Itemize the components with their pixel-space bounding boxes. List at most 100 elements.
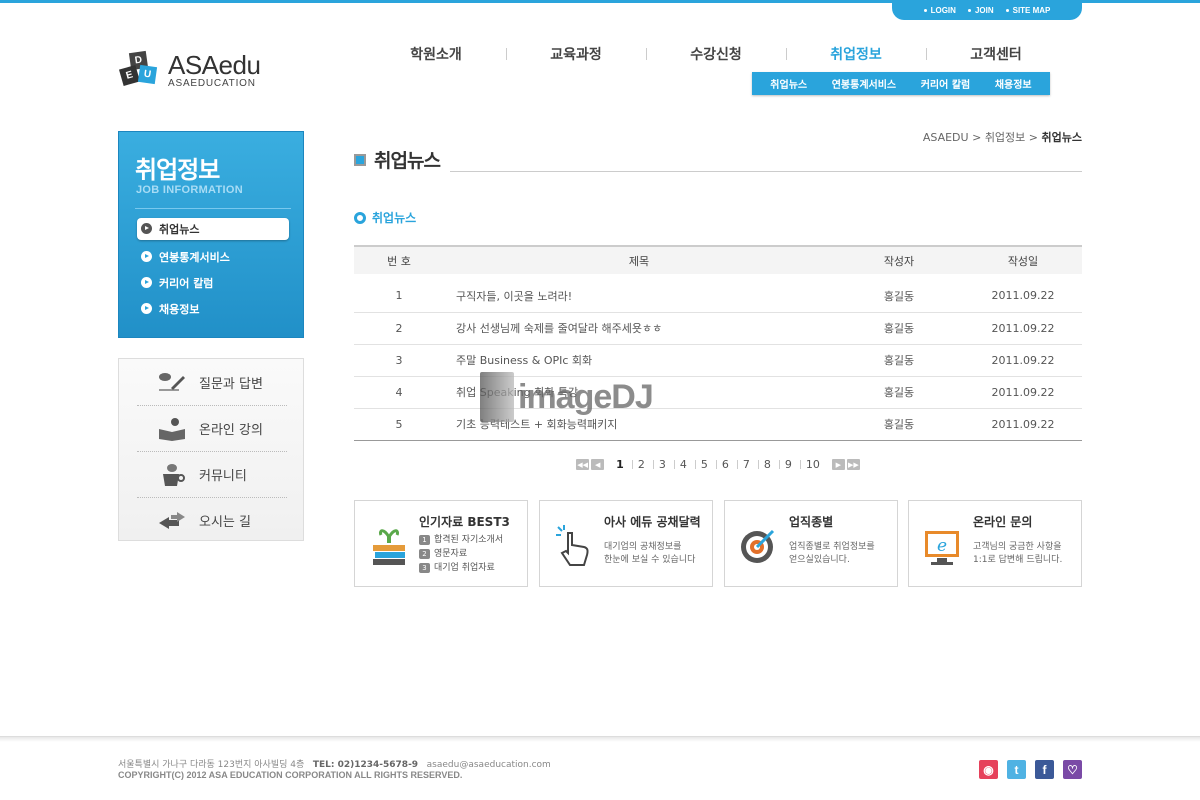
table-row[interactable]: 2 강사 선생님께 숙제를 줄여달라 해주세욧ㅎㅎ 홍길동 2011.09.22 <box>354 312 1082 344</box>
last-page-icon[interactable]: ▶▶ <box>846 459 860 470</box>
quick-menu: 질문과 답변 온라인 강의 커뮤니티 오시는 길 <box>118 358 304 541</box>
banner-job-category[interactable]: 업직종별 업직종별로 취업정보를 얻으실있습니다. <box>724 500 898 587</box>
cell-title-link[interactable]: 구직자들, 이곳을 노려라! <box>444 280 834 312</box>
me2day-icon[interactable]: ♡ <box>1063 760 1082 779</box>
cell-number: 2 <box>395 321 403 335</box>
banner-calendar[interactable]: 아사 에듀 공채달력 대기업의 공채정보를 한눈에 보실 수 있습니다 <box>539 500 713 587</box>
logo-subtitle: ASAEDUCATION <box>168 77 256 89</box>
arrow-right-icon <box>141 303 152 314</box>
quick-item-directions[interactable]: 오시는 길 <box>137 497 287 543</box>
monitor-ie-icon: e <box>925 531 959 565</box>
lnb-item-recruit[interactable]: 채용정보 <box>137 296 289 322</box>
footer-tel: TEL: 02)1234-5678-9 <box>312 760 419 770</box>
breadcrumb-home[interactable]: ASAEDU <box>923 131 969 144</box>
watermark: imageDJ <box>480 372 654 422</box>
col-header-title: 제목 <box>628 254 650 268</box>
page-link[interactable]: 1 <box>610 458 630 471</box>
lnb-item-label: 연봉통계서비스 <box>159 251 230 264</box>
arrow-right-icon <box>141 277 152 288</box>
breadcrumb: ASAEDU > 취업정보 > 취업뉴스 <box>906 129 1082 145</box>
page-link[interactable]: 10 <box>799 458 826 471</box>
page-link[interactable]: 3 <box>652 458 672 471</box>
footer-address: 서울특별시 가나구 다라동 123번지 아사빌딩 4층 TEL: 02)1234… <box>118 757 551 770</box>
sub-nav-recruit[interactable]: 채용정보 <box>995 76 1032 91</box>
gnb-item-courses[interactable]: 교육과정 <box>506 44 646 64</box>
page-link[interactable]: 6 <box>715 458 735 471</box>
banner-desc: 업직종별로 취업정보를 얻으실있습니다. <box>789 541 875 567</box>
best3-item-label: 합격된 자기소개서 <box>434 535 504 545</box>
svg-text:e: e <box>937 536 947 556</box>
pagination: ◀◀ ◀ 1 2 3 4 5 6 7 8 9 10 ▶ ▶▶ <box>354 458 1082 471</box>
banner-title: 온라인 문의 <box>973 515 1033 529</box>
breadcrumb-level1[interactable]: 취업정보 <box>985 131 1025 144</box>
qna-pencil-icon <box>159 373 185 391</box>
footer-address-text: 서울특별시 가나구 다라동 123번지 아사빌딩 4층 <box>118 760 305 770</box>
table-row[interactable]: 5 기초 능력테스트 + 회화능력패키지 홍길동 2011.09.22 <box>354 408 1082 440</box>
local-nav: 취업정보 JOB INFORMATION 취업뉴스 연봉통계서비스 커리어 칼럼… <box>118 131 304 338</box>
best3-item[interactable]: 1 합격된 자기소개서 <box>419 533 503 547</box>
lnb-item-career-column[interactable]: 커리어 칼럼 <box>137 270 289 296</box>
page-link[interactable]: 5 <box>694 458 714 471</box>
sub-nav-salary-stats[interactable]: 연봉통계서비스 <box>832 76 896 91</box>
watermark-box-icon <box>480 372 514 422</box>
quick-item-label: 오시는 길 <box>199 515 251 530</box>
sub-nav-career-column[interactable]: 커리어 칼럼 <box>921 76 970 91</box>
lnb-item-salary-stats[interactable]: 연봉통계서비스 <box>137 244 289 270</box>
banner-desc-line: 업직종별로 취업정보를 <box>789 542 875 552</box>
table-row[interactable]: 1 구직자들, 이곳을 노려라! 홍길동 2011.09.22 <box>354 280 1082 312</box>
sitemap-link[interactable]: SITE MAP <box>1006 6 1051 15</box>
quick-item-online-lecture[interactable]: 온라인 강의 <box>137 405 287 451</box>
banner-best3[interactable]: 인기자료 BEST3 1 합격된 자기소개서 2 영문자료 3 대기업 취업자료 <box>354 500 528 587</box>
lnb-item-label: 채용정보 <box>159 303 200 316</box>
page-link[interactable]: 7 <box>736 458 756 471</box>
cell-author: 홍길동 <box>883 418 915 431</box>
cell-date: 2011.09.22 <box>991 385 1055 399</box>
gnb-item-customer-center[interactable]: 고객센터 <box>926 44 1066 64</box>
sub-nav-job-news[interactable]: 취업뉴스 <box>770 76 807 91</box>
join-link[interactable]: JOIN <box>968 6 994 15</box>
banner-title: 인기자료 BEST3 <box>419 515 510 529</box>
prev-page-icon[interactable]: ◀ <box>591 459 605 470</box>
best3-item[interactable]: 3 대기업 취업자료 <box>419 561 503 575</box>
gnb-item-job-info[interactable]: 취업정보 <box>786 44 926 64</box>
book-icon <box>159 417 185 441</box>
page-link[interactable]: 4 <box>673 458 693 471</box>
banner-online-inquiry[interactable]: e 온라인 문의 고객님의 궁금한 사항을 1:1로 답변해 드립니다. <box>908 500 1082 587</box>
page-link[interactable]: 2 <box>631 458 651 471</box>
cell-date: 2011.09.22 <box>991 353 1055 367</box>
logo[interactable]: D E U ASAedu ASAEDUCATION <box>118 50 261 90</box>
cell-number: 5 <box>395 417 403 431</box>
circle-bullet-icon <box>354 211 366 224</box>
table-row[interactable]: 3 주말 Business & OPIc 회화 홍길동 2011.09.22 <box>354 344 1082 376</box>
best3-item[interactable]: 2 영문자료 <box>419 547 503 561</box>
facebook-icon[interactable]: f <box>1035 760 1054 779</box>
quick-item-qna[interactable]: 질문과 답변 <box>137 359 287 405</box>
cell-date: 2011.09.22 <box>991 289 1055 303</box>
table-row[interactable]: 4 취업 Speaking 회화 특강 홍길동 2011.09.22 <box>354 376 1082 408</box>
page-link[interactable]: 9 <box>778 458 798 471</box>
gnb-item-about[interactable]: 학원소개 <box>366 44 506 64</box>
lnb-subtitle: JOB INFORMATION <box>136 184 243 196</box>
lnb-title: 취업정보 <box>135 156 220 184</box>
banner-desc-line: 대기업의 공채정보를 <box>604 542 682 552</box>
next-page-icon[interactable]: ▶ <box>831 459 845 470</box>
page-link[interactable]: 8 <box>757 458 777 471</box>
cell-author: 홍길동 <box>883 386 915 399</box>
lnb-item-job-news[interactable]: 취업뉴스 <box>137 218 289 240</box>
cell-title-link[interactable]: 강사 선생님께 숙제를 줄여달라 해주세욧ㅎㅎ <box>444 312 834 344</box>
cyworld-icon[interactable]: ◉ <box>979 760 998 779</box>
twitter-icon[interactable]: t <box>1007 760 1026 779</box>
first-page-icon[interactable]: ◀◀ <box>576 459 590 470</box>
quick-item-community[interactable]: 커뮤니티 <box>137 451 287 497</box>
page-title-bar: 취업뉴스 <box>354 146 1082 173</box>
arrow-right-icon <box>141 251 152 262</box>
banner-title: 업직종별 <box>789 515 834 529</box>
best3-item-label: 대기업 취업자료 <box>434 563 495 573</box>
cell-number: 1 <box>395 289 403 303</box>
cell-author: 홍길동 <box>883 322 915 335</box>
col-header-date: 작성일 <box>1007 254 1039 268</box>
cell-date: 2011.09.22 <box>991 417 1055 431</box>
sns-links: ◉ t f ♡ <box>979 760 1082 779</box>
login-link[interactable]: LOGIN <box>924 6 956 15</box>
gnb-item-registration[interactable]: 수강신청 <box>646 44 786 64</box>
